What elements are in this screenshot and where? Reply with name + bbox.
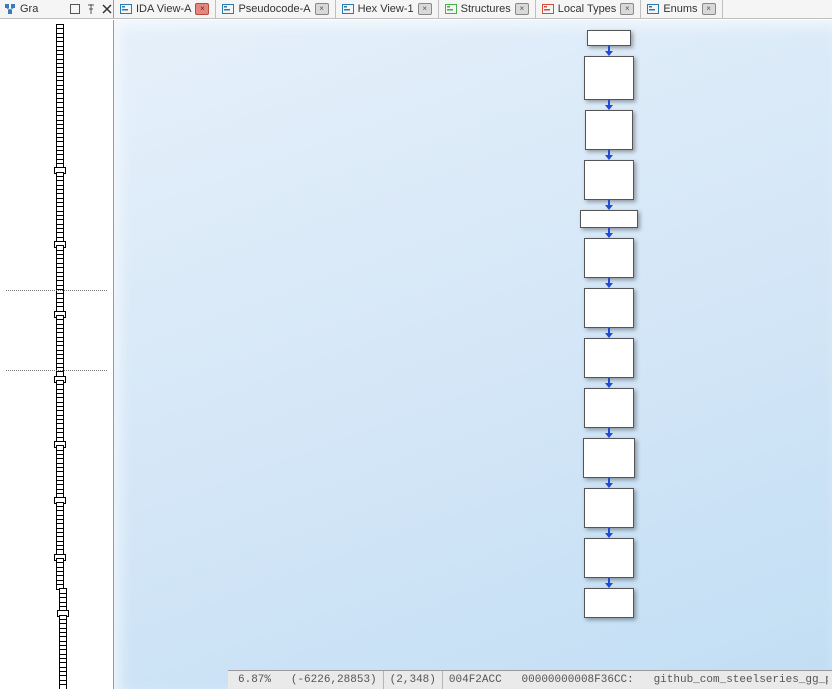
body: 6.87% (-6226,28853) (2,348) 004F2ACC 000… — [0, 19, 832, 689]
overview-header: Gra — [0, 0, 114, 18]
overview-title: Gra — [20, 3, 38, 15]
graph-edge — [605, 428, 613, 438]
close-icon[interactable]: × — [620, 3, 634, 15]
graph-block[interactable] — [584, 238, 634, 278]
close-icon[interactable]: × — [195, 3, 209, 15]
overview-close-icon[interactable] — [101, 3, 113, 15]
tab-hex-view-1[interactable]: Hex View-1 × — [336, 0, 439, 18]
graph-block[interactable] — [584, 388, 634, 428]
tab-label: Hex View-1 — [358, 0, 414, 18]
tab-pseudocode-a[interactable]: Pseudocode-A × — [216, 0, 335, 18]
graph-edge — [605, 200, 613, 210]
overview-graph-icon — [4, 3, 16, 15]
graph-edge — [605, 278, 613, 288]
graph-block[interactable] — [584, 538, 634, 578]
status-address: 004F2ACC 00000000008F36CC: github_com_st… — [443, 671, 828, 689]
enums-icon — [647, 3, 659, 15]
graph-edge — [605, 228, 613, 238]
tab-local-types[interactable]: Local Types× — [536, 0, 642, 18]
overview-pin-icon[interactable] — [85, 3, 97, 15]
tab-label: Local Types — [558, 0, 617, 18]
close-icon[interactable]: × — [702, 3, 716, 15]
graph-block[interactable] — [584, 338, 634, 378]
tab-label: Pseudocode-A — [238, 0, 310, 18]
tab-label: Enums — [663, 0, 697, 18]
graph-block[interactable] — [587, 30, 631, 46]
tab-label: IDA View-A — [136, 0, 191, 18]
graph-edge — [605, 46, 613, 56]
status-zoom: 6.87% (-6226,28853) — [232, 671, 384, 689]
graph-edge — [605, 100, 613, 110]
graph-block[interactable] — [580, 210, 638, 228]
tab-enums[interactable]: Enums × — [641, 0, 722, 18]
hex-icon — [342, 3, 354, 15]
graph-edge — [605, 528, 613, 538]
app-root: Gra IDA View-A×Pseudocode-A×Hex View-1×S… — [0, 0, 832, 689]
overview-divider — [6, 290, 107, 291]
pseudo-icon — [222, 3, 234, 15]
graph-overview[interactable] — [0, 20, 114, 689]
struct-icon — [445, 3, 457, 15]
tab-label: Structures — [461, 0, 511, 18]
graph-block[interactable] — [584, 488, 634, 528]
graph-block[interactable] — [584, 160, 634, 200]
overview-node — [59, 684, 67, 689]
graph-edge — [605, 478, 613, 488]
graph-block[interactable] — [585, 110, 633, 150]
graph-canvas[interactable]: 6.87% (-6226,28853) (2,348) 004F2ACC 000… — [114, 20, 832, 689]
graph-block[interactable] — [584, 588, 634, 618]
status-coords: (2,348) — [384, 671, 443, 689]
close-icon[interactable]: × — [515, 3, 529, 15]
types-icon — [542, 3, 554, 15]
graph-edge — [605, 578, 613, 588]
tabstrip: Gra IDA View-A×Pseudocode-A×Hex View-1×S… — [0, 0, 832, 19]
overview-divider — [6, 370, 107, 371]
graph-edge — [605, 150, 613, 160]
tab-ida-view-a[interactable]: IDA View-A × — [114, 0, 216, 18]
graph-edge — [605, 328, 613, 338]
status-bar: 6.87% (-6226,28853) (2,348) 004F2ACC 000… — [228, 670, 832, 689]
graph-edge — [605, 378, 613, 388]
overview-restore-icon[interactable] — [69, 3, 81, 15]
graph-flow — [579, 30, 639, 669]
view-icon — [120, 3, 132, 15]
graph-block[interactable] — [583, 438, 635, 478]
graph-block[interactable] — [584, 288, 634, 328]
close-icon[interactable]: × — [315, 3, 329, 15]
graph-block[interactable] — [584, 56, 634, 100]
close-icon[interactable]: × — [418, 3, 432, 15]
tab-structures[interactable]: Structures × — [439, 0, 536, 18]
